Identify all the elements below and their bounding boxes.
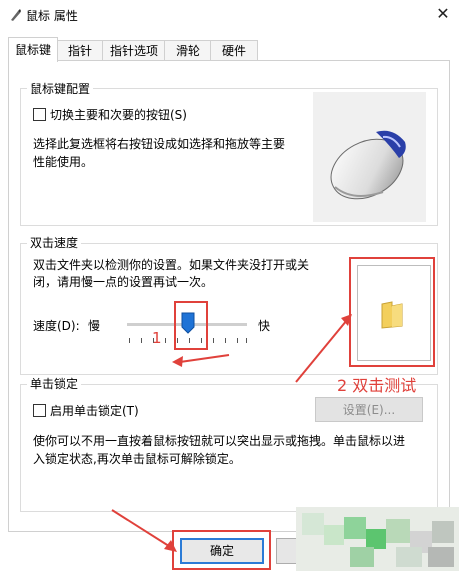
tab-mouse-buttons[interactable]: 鼠标键	[8, 37, 58, 62]
step1-annotation: 1	[152, 329, 162, 347]
step2-annotation: 2 双击测试	[337, 376, 417, 395]
annotation-overlay	[111, 314, 352, 552]
